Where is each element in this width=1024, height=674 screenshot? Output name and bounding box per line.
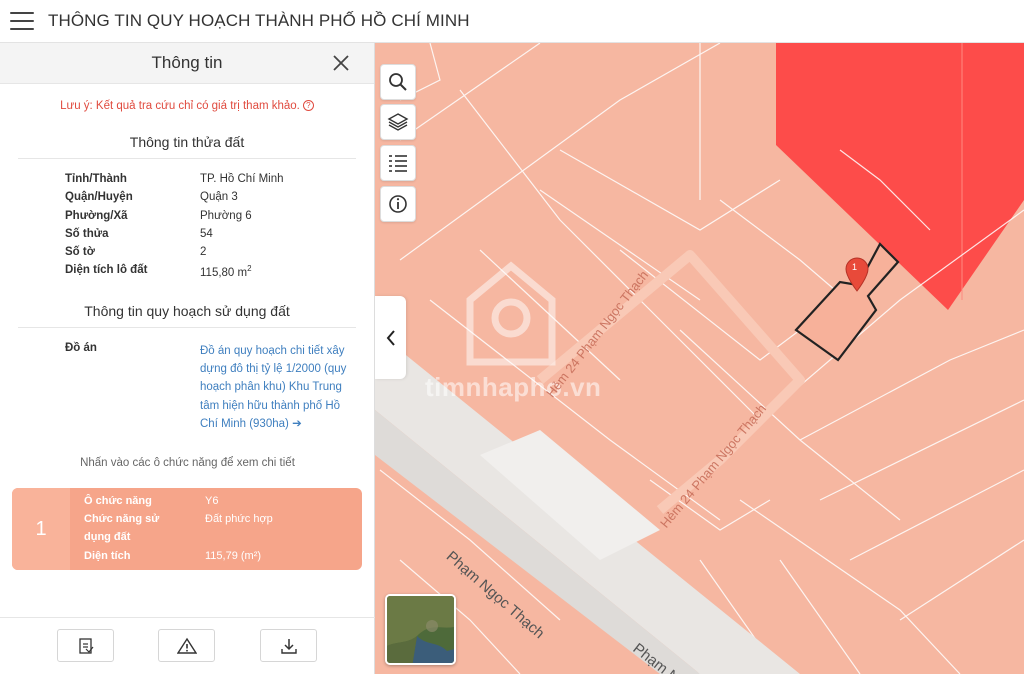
parcel-row-sheet-number: Số tờ 2: [0, 246, 374, 264]
field-label: Số tờ: [65, 246, 95, 259]
field-value: 115,80 m2: [200, 264, 252, 279]
search-icon: [389, 73, 407, 91]
field-label: Phường/Xã: [65, 209, 128, 222]
report-button[interactable]: [158, 629, 215, 662]
download-icon: [280, 638, 297, 654]
cell-number: 1: [12, 488, 70, 570]
divider: [18, 326, 356, 328]
document-button[interactable]: [57, 629, 114, 662]
parcel-row-province: Tỉnh/Thành TP. Hồ Chí Minh: [0, 173, 374, 191]
warning-icon: [176, 637, 197, 654]
parcel-row-plot-number: Số thửa 54: [0, 228, 374, 246]
planning-section-title: Thông tin quy hoạch sử dụng đất: [84, 302, 290, 319]
cell-label: Diện tích: [84, 550, 131, 562]
marker-label: 1: [852, 262, 858, 272]
app-title: THÔNG TIN QUY HOẠCH THÀNH PHỐ HỒ CHÍ MIN…: [48, 11, 470, 30]
list-icon: [389, 155, 407, 172]
layers-icon: [387, 113, 409, 131]
parcel-info-list: Tỉnh/Thành TP. Hồ Chí Minh Quận/Huyện Quận…: [0, 173, 374, 283]
parcel-row-district: Quận/Huyện Quận 3: [0, 191, 374, 209]
parcel-row-area: Diện tích lô đất 115,80 m2: [0, 264, 374, 282]
field-value: Quận 3: [200, 191, 238, 204]
field-value: 54: [200, 227, 213, 240]
disclaimer-note: Lưu ý: Kết quả tra cứu chỉ có giá trị th…: [0, 100, 374, 112]
satellite-toggle[interactable]: [385, 594, 456, 665]
cell-value: 115,79 (m²): [205, 550, 262, 562]
legend-button[interactable]: [380, 145, 416, 181]
info-button[interactable]: [380, 186, 416, 222]
arrow-right-icon: ➔: [292, 417, 302, 430]
info-panel: Thông tin Lưu ý: Kết quả tra cứu chỉ có …: [0, 43, 375, 674]
field-label: Diện tích lô đất: [65, 264, 148, 277]
chevron-left-icon: [386, 329, 395, 346]
satellite-thumbnail: [387, 596, 454, 663]
collapse-panel-button[interactable]: [375, 296, 406, 379]
area-unit-superscript: 2: [247, 264, 252, 274]
hint-text: Nhấn vào các ô chức năng để xem chi tiết: [80, 457, 295, 469]
document-icon: [78, 637, 93, 654]
area-value: 115,80 m: [200, 267, 248, 280]
cell-value: Y6: [205, 495, 219, 507]
cell-label: Chức năng sử dụng đất: [84, 513, 160, 543]
parcel-section-title: Thông tin thửa đất: [129, 134, 245, 150]
panel-title: Thông tin: [151, 53, 223, 72]
land-use-cell-card[interactable]: 1 Ô chức năng Y6 Chức năng sử dụng đất Đ…: [12, 488, 362, 570]
cell-label: Ô chức năng: [84, 495, 152, 507]
help-icon[interactable]: ?: [302, 100, 314, 112]
app-header: THÔNG TIN QUY HOẠCH THÀNH PHỐ HỒ CHÍ MIN…: [0, 0, 1024, 43]
parcel-row-ward: Phường/Xã Phường 6: [0, 210, 374, 228]
field-label: Quận/Huyện: [65, 191, 133, 204]
field-value: TP. Hồ Chí Minh: [200, 173, 284, 185]
cell-value: Đất phức hợp: [205, 513, 273, 525]
panel-header: Thông tin: [0, 43, 374, 84]
field-value: Phường 6: [200, 209, 252, 222]
planning-project-text: Đồ án quy hoạch chi tiết xây dựng đô thị…: [200, 344, 347, 430]
download-button[interactable]: [260, 629, 317, 662]
map-watermark: timnhapho.vn: [425, 372, 602, 402]
divider: [18, 158, 356, 159]
menu-icon[interactable]: [10, 12, 34, 30]
field-label: Số thửa: [65, 227, 109, 240]
info-icon: [389, 195, 407, 213]
panel-actions: [0, 617, 375, 674]
planning-project-link[interactable]: Đồ án quy hoạch chi tiết xây dựng đô thị…: [200, 342, 355, 433]
field-label: Đồ án: [65, 341, 97, 354]
close-icon[interactable]: [330, 52, 352, 74]
field-value: 2: [200, 246, 207, 259]
field-label: Tỉnh/Thành: [65, 173, 127, 185]
search-button[interactable]: [380, 64, 416, 100]
disclaimer-text: Lưu ý: Kết quả tra cứu chỉ có giá trị th…: [60, 100, 300, 112]
layers-button[interactable]: [380, 104, 416, 140]
planning-project-row: Đồ án Đồ án quy hoạch chi tiết xây dựng …: [0, 342, 374, 442]
